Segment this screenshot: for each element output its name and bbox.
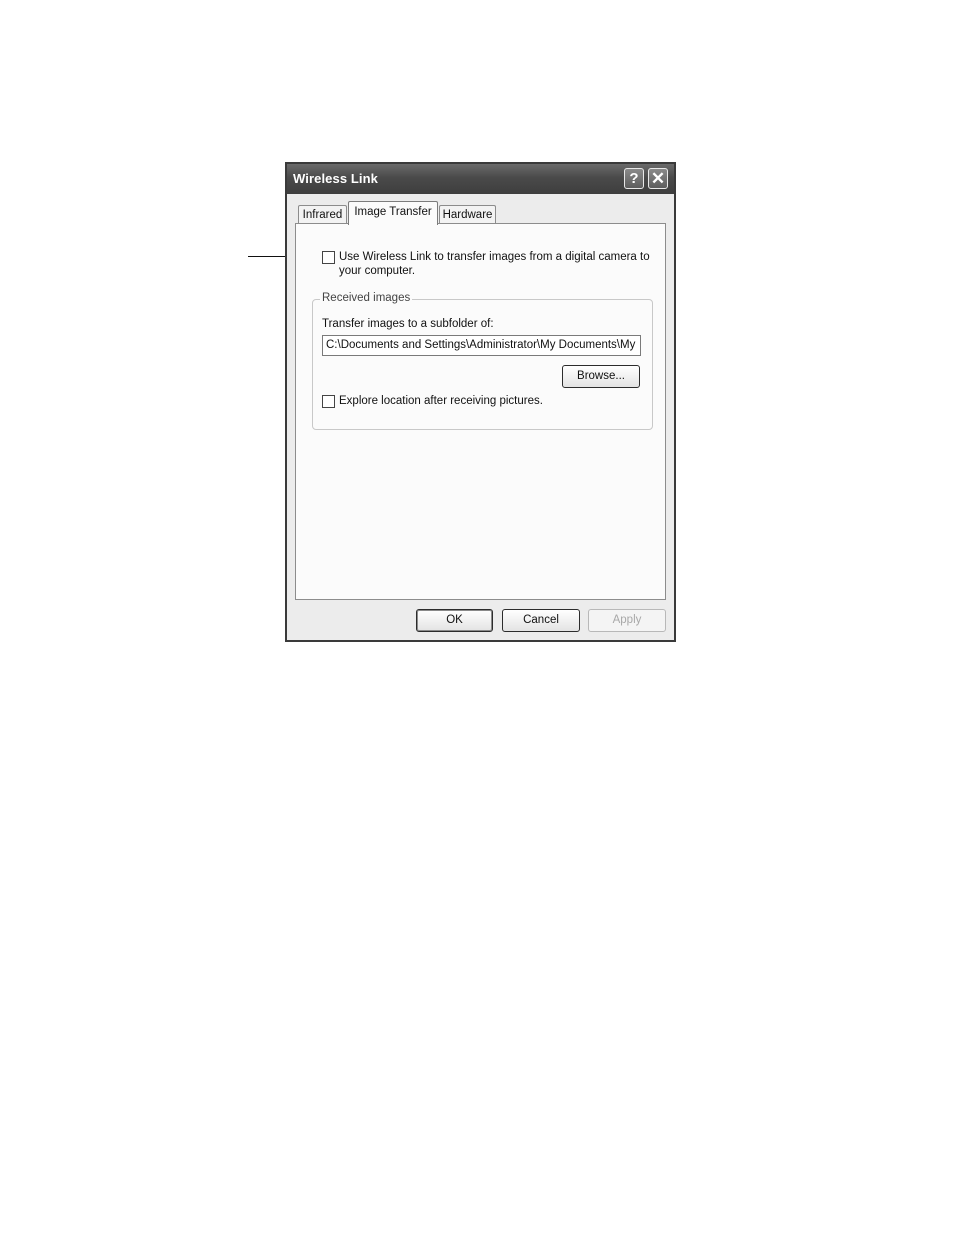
close-icon[interactable]: ✕ [648, 168, 668, 189]
explore-location-label: Explore location after receiving picture… [339, 395, 543, 407]
window-title: Wireless Link [293, 171, 378, 186]
use-wireless-link-checkbox[interactable] [322, 251, 335, 264]
browse-button[interactable]: Browse... [562, 365, 640, 388]
wireless-link-dialog: Wireless Link ? ✕ Infrared Image Transfe… [285, 162, 676, 642]
image-transfer-panel: Use Wireless Link to transfer images fro… [295, 223, 666, 600]
tab-infrared[interactable]: Infrared [298, 205, 347, 224]
help-icon[interactable]: ? [624, 168, 644, 189]
tab-hardware[interactable]: Hardware [439, 205, 496, 224]
received-images-group-label: Received images [320, 292, 413, 304]
explore-location-checkbox[interactable] [322, 395, 335, 408]
title-bar[interactable]: Wireless Link ? ✕ [287, 164, 674, 194]
apply-button[interactable]: Apply [588, 609, 666, 632]
use-wireless-link-label-line2: your computer. [339, 265, 416, 277]
cancel-button[interactable]: Cancel [502, 609, 580, 632]
transfer-folder-path-field[interactable]: C:\Documents and Settings\Administrator\… [322, 335, 641, 356]
transfer-folder-label: Transfer images to a subfolder of: [322, 318, 494, 330]
received-images-group: Received images Transfer images to a sub… [312, 292, 653, 430]
use-wireless-link-label-line1: Use Wireless Link to transfer images fro… [339, 251, 650, 263]
tab-image-transfer[interactable]: Image Transfer [348, 201, 438, 225]
ok-button[interactable]: OK [416, 609, 493, 632]
